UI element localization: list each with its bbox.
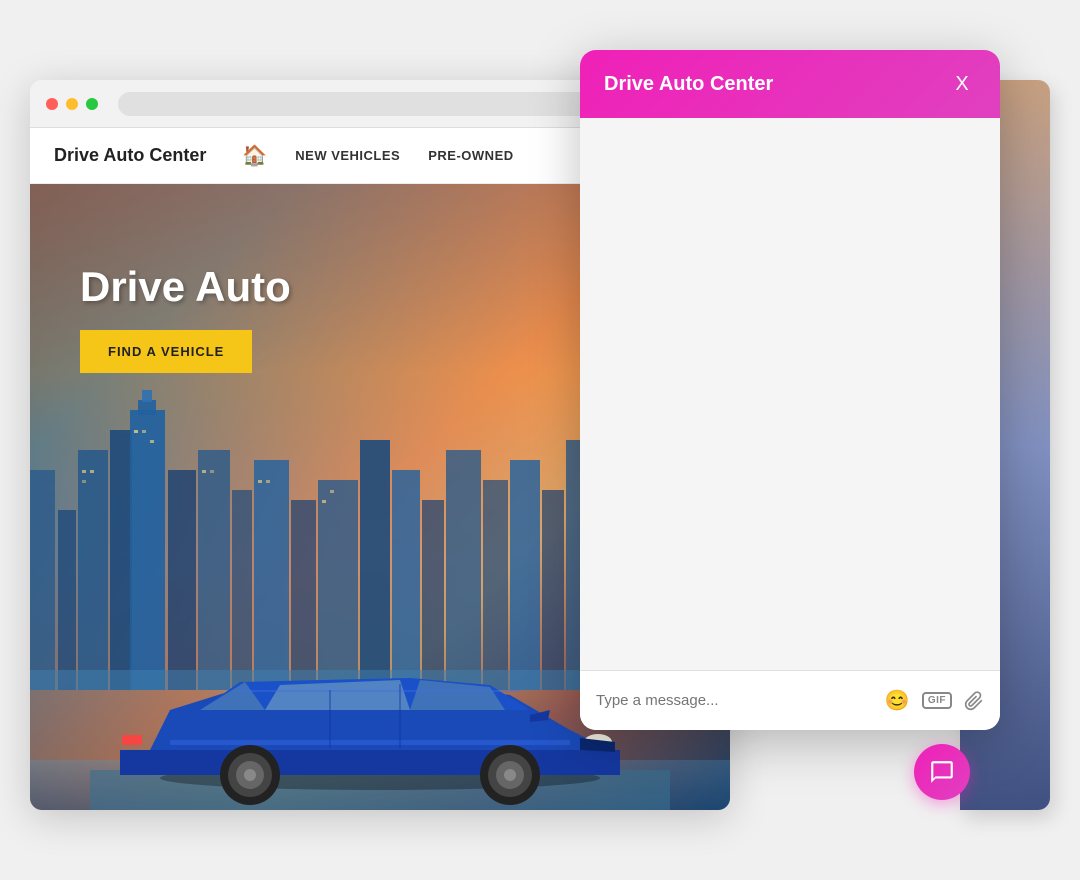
chat-bubble-icon: [929, 759, 955, 785]
chat-header: Drive Auto Center X: [580, 50, 1000, 118]
chat-message-input[interactable]: [596, 692, 873, 709]
paperclip-icon: [964, 691, 984, 711]
emoji-button[interactable]: 😊: [885, 688, 910, 713]
chat-fab-button[interactable]: [914, 744, 970, 800]
nav-link-new-vehicles[interactable]: NEW VEHICLES: [295, 148, 400, 163]
close-dot[interactable]: [46, 98, 58, 110]
site-logo: Drive Auto Center: [54, 145, 206, 166]
home-icon[interactable]: 🏠: [242, 143, 267, 168]
chat-widget-title: Drive Auto Center: [604, 73, 773, 96]
chat-widget: Drive Auto Center X 😊 GIF: [580, 50, 1000, 730]
gif-button[interactable]: GIF: [922, 692, 952, 709]
chat-messages-area: [580, 118, 1000, 670]
attach-button[interactable]: [964, 691, 984, 711]
maximize-dot[interactable]: [86, 98, 98, 110]
find-vehicle-button[interactable]: FIND A VEHICLE: [80, 330, 252, 373]
chat-close-button[interactable]: X: [948, 70, 976, 98]
minimize-dot[interactable]: [66, 98, 78, 110]
chat-input-area: 😊 GIF: [580, 670, 1000, 730]
nav-link-pre-owned[interactable]: PRE-OWNED: [428, 148, 513, 163]
